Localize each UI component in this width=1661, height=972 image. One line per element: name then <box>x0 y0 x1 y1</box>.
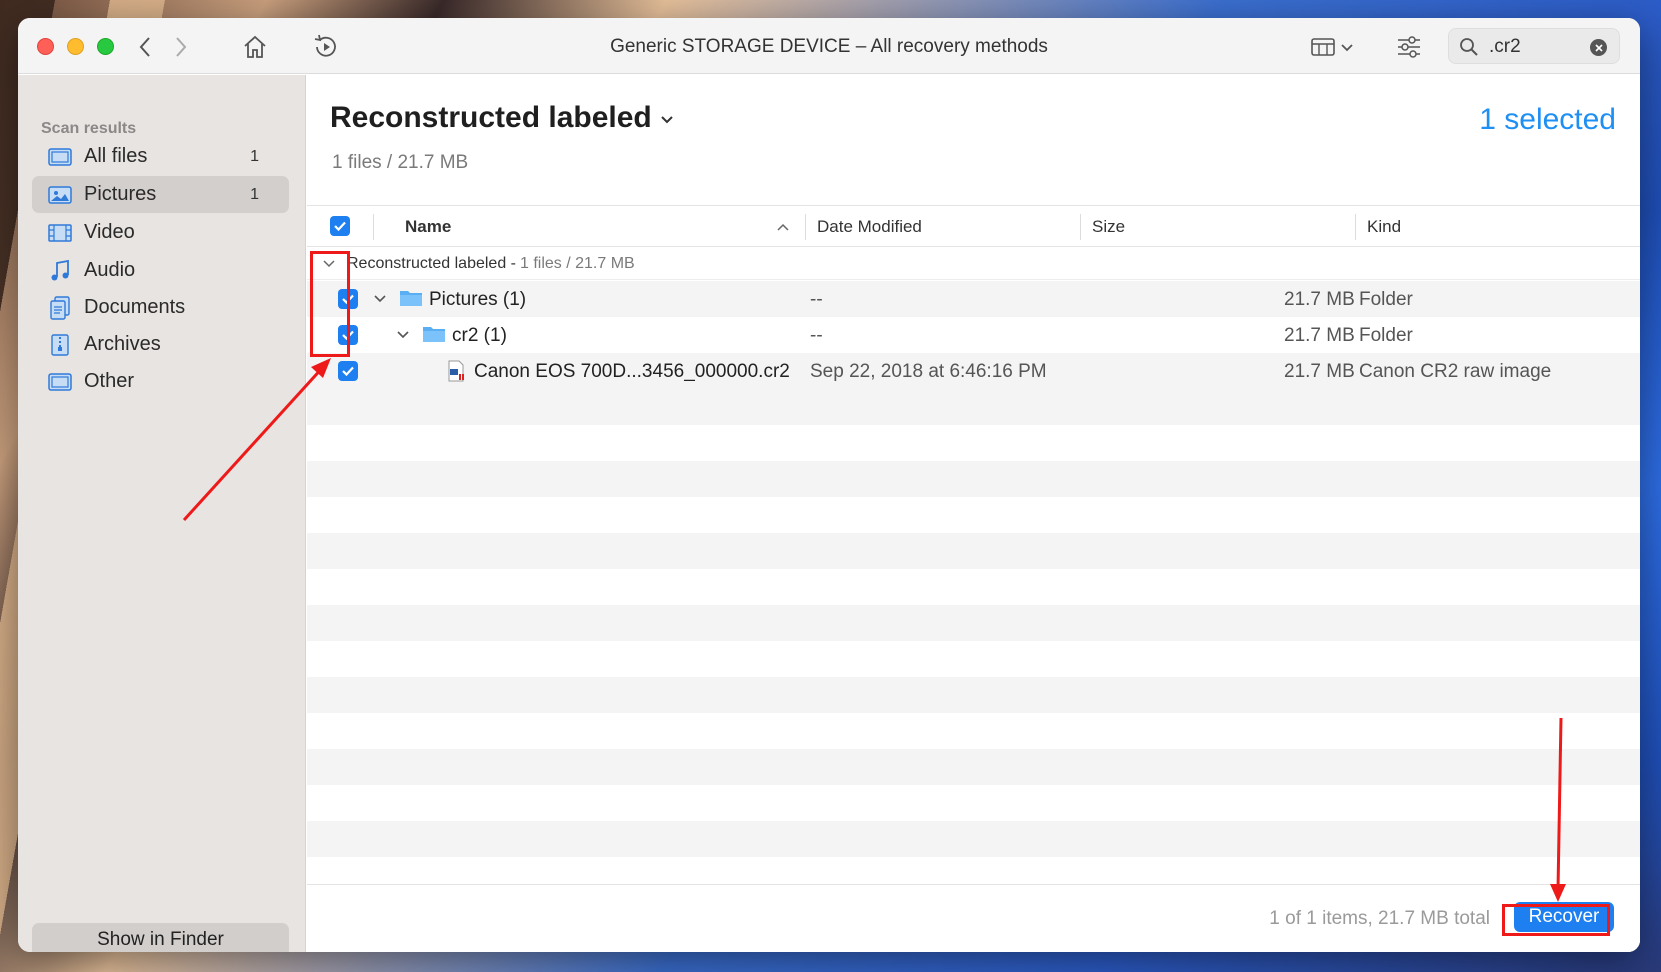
table-row[interactable]: Canon EOS 700D...3456_000000.cr2 Sep 22,… <box>307 353 1640 389</box>
group-header[interactable]: Reconstructed labeled - 1 files / 21.7 M… <box>307 248 1640 280</box>
video-icon <box>46 219 74 247</box>
view-mode-button[interactable] <box>1306 32 1358 62</box>
checkmark-icon <box>334 221 346 232</box>
select-all-checkbox[interactable] <box>330 216 350 236</box>
sort-ascending-icon[interactable] <box>777 223 789 231</box>
clear-search-button[interactable] <box>1590 39 1607 56</box>
sidebar-item-audio[interactable]: Audio <box>32 252 289 289</box>
table-header: Name Date Modified Size Kind <box>307 205 1640 247</box>
sidebar-heading: Scan results <box>41 120 137 137</box>
page-title-text: Reconstructed labeled <box>330 101 652 134</box>
row-name: Canon EOS 700D...3456_000000.cr2 <box>474 361 790 382</box>
audio-icon <box>46 257 74 285</box>
sidebar: Scan results All files 1 Pictures 1 Vide… <box>18 75 306 952</box>
row-date: -- <box>810 289 823 310</box>
chevron-down-icon[interactable] <box>397 331 409 339</box>
sidebar-item-label: Archives <box>84 333 161 355</box>
sidebar-item-label: Video <box>84 221 135 243</box>
sidebar-item-label: Documents <box>84 296 186 318</box>
sidebar-item-documents[interactable]: Documents <box>32 289 289 326</box>
row-name: cr2 (1) <box>452 325 507 346</box>
other-icon <box>46 368 74 396</box>
checkbox-highlight-box <box>310 251 350 357</box>
row-name: Pictures (1) <box>429 289 527 310</box>
documents-icon <box>46 294 74 322</box>
sidebar-item-count: 1 <box>250 147 259 165</box>
search-input[interactable] <box>1489 35 1589 59</box>
table-row[interactable]: Pictures (1) -- 21.7 MB Folder <box>307 281 1640 317</box>
selected-count: 1 selected <box>1479 103 1616 136</box>
recover-highlight-box <box>1502 904 1610 936</box>
folder-icon <box>400 291 422 306</box>
sliders-icon <box>1398 36 1420 58</box>
column-divider <box>1355 214 1356 240</box>
sidebar-item-archives[interactable]: Archives <box>32 326 289 363</box>
sidebar-item-pictures[interactable]: Pictures 1 <box>32 176 289 213</box>
raw-image-file-icon <box>448 360 464 382</box>
empty-list-area <box>307 389 1640 909</box>
column-header-kind[interactable]: Kind <box>1367 217 1401 237</box>
footer-status: 1 of 1 items, 21.7 MB total <box>1269 908 1490 929</box>
sidebar-item-label: Pictures <box>84 183 157 205</box>
column-divider <box>373 214 374 240</box>
column-header-date[interactable]: Date Modified <box>817 217 922 237</box>
row-size: 21.7 MB <box>1284 325 1355 346</box>
page-title[interactable]: Reconstructed labeled <box>330 101 674 135</box>
sidebar-item-label: Audio <box>84 259 136 281</box>
file-list: Pictures (1) -- 21.7 MB Folder cr2 (1) -… <box>307 281 1640 389</box>
folder-icon <box>423 327 445 342</box>
filter-settings-button[interactable] <box>1394 32 1424 62</box>
chevron-down-icon[interactable] <box>374 295 386 303</box>
row-kind: Folder <box>1359 289 1413 310</box>
search-icon <box>1460 38 1478 56</box>
table-row[interactable]: cr2 (1) -- 21.7 MB Folder <box>307 317 1640 353</box>
row-size: 21.7 MB <box>1284 361 1355 382</box>
column-divider <box>805 214 806 240</box>
sidebar-item-label: All files <box>84 145 148 167</box>
sidebar-item-count: 1 <box>250 185 259 203</box>
column-header-size[interactable]: Size <box>1092 217 1125 237</box>
chevron-down-icon <box>661 116 673 124</box>
row-kind: Folder <box>1359 325 1413 346</box>
row-kind: Canon CR2 raw image <box>1359 361 1552 382</box>
sidebar-item-all-files[interactable]: All files 1 <box>32 138 289 175</box>
page-subtitle: 1 files / 21.7 MB <box>332 152 469 173</box>
search-field[interactable] <box>1448 28 1620 64</box>
footer-bar: 1 of 1 items, 21.7 MB total Recover <box>307 884 1640 952</box>
checkmark-icon <box>342 366 354 377</box>
group-meta: 1 files / 21.7 MB <box>519 254 635 272</box>
main-content: Reconstructed labeled 1 files / 21.7 MB … <box>307 75 1640 952</box>
column-divider <box>1080 214 1081 240</box>
group-label: Reconstructed labeled - <box>347 254 516 272</box>
column-header-name[interactable]: Name <box>405 217 451 237</box>
row-date: Sep 22, 2018 at 6:46:16 PM <box>810 361 1047 382</box>
sidebar-item-video[interactable]: Video <box>32 214 289 251</box>
pictures-icon <box>46 181 74 209</box>
app-window: Generic STORAGE DEVICE – All recovery me… <box>18 18 1640 952</box>
row-size: 21.7 MB <box>1284 289 1355 310</box>
show-in-finder-button[interactable]: Show in Finder <box>32 923 289 952</box>
close-icon <box>1594 43 1603 52</box>
chevron-down-icon <box>1341 44 1353 52</box>
row-date: -- <box>810 325 823 346</box>
title-bar: Generic STORAGE DEVICE – All recovery me… <box>18 18 1640 74</box>
row-checkbox[interactable] <box>338 361 358 381</box>
table-view-icon <box>1311 38 1335 56</box>
all-files-icon <box>46 143 74 171</box>
sidebar-item-label: Other <box>84 370 135 392</box>
archives-icon <box>46 331 74 359</box>
sidebar-item-other[interactable]: Other <box>32 363 289 400</box>
